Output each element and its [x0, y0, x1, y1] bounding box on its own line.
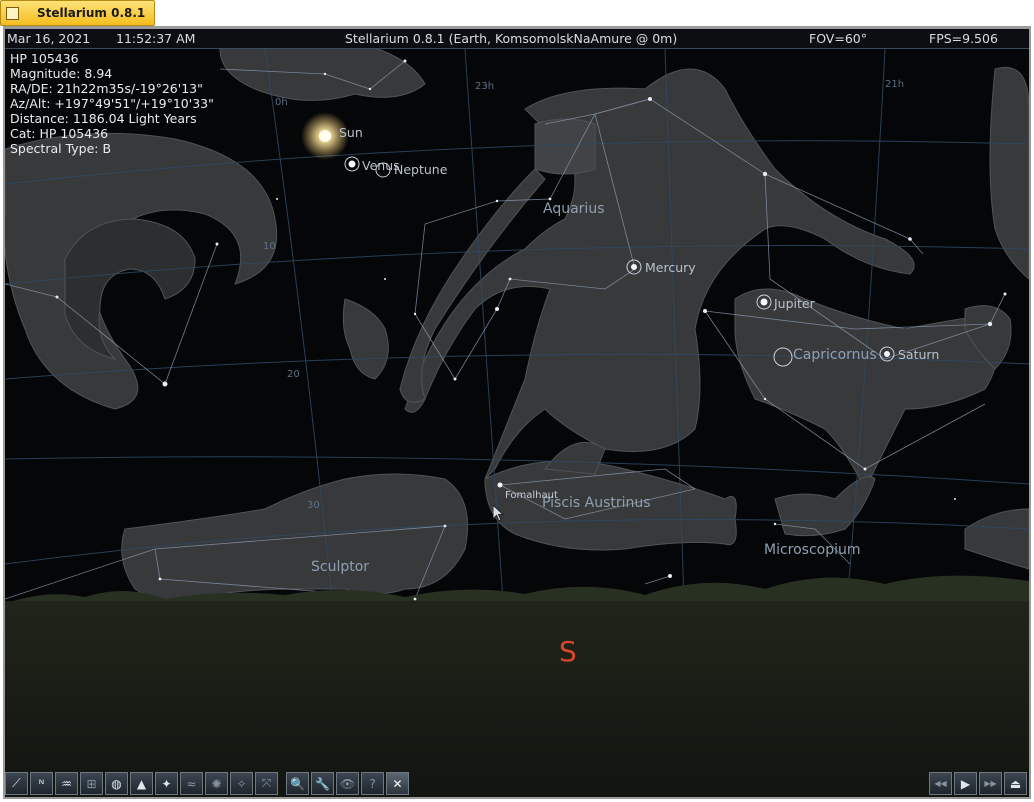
eye-icon: 👁: [339, 776, 356, 791]
night-mode-button[interactable]: 👁: [336, 772, 359, 795]
cardinal-south: S: [559, 635, 577, 668]
constellation-names-button[interactable]: ᴺ: [30, 772, 53, 795]
window-tab[interactable]: Stellarium 0.8.1: [0, 0, 155, 26]
constellation-label-microscopium: Microscopium: [764, 542, 861, 558]
telescope-view-icon: ⤧: [261, 776, 272, 790]
fov-display: FOV=60°: [809, 31, 867, 46]
cardinal-points-icon: ✦: [161, 776, 172, 791]
planet-hints-button[interactable]: ✧: [230, 772, 253, 795]
top-status-bar: Mar 16, 2021 11:52:37 AM Stellarium 0.8.…: [5, 29, 1029, 49]
constellation-lines-button[interactable]: ⟋: [5, 772, 28, 795]
azimuthal-grid-button[interactable]: ⊞: [80, 772, 103, 795]
cardinal-points-button[interactable]: ✦: [155, 772, 178, 795]
constellation-label-piscis-austrinus: Piscis Austrinus: [542, 495, 651, 511]
constellation-label-sculptor: Sculptor: [311, 559, 370, 575]
info-line: Distance: 1186.04 Light Years: [10, 111, 197, 126]
constellation-lines-icon: ⟋: [12, 776, 21, 790]
search-button[interactable]: 🔍: [286, 772, 309, 795]
info-line: Cat: HP 105436: [10, 126, 109, 141]
constellation-art-icon: ♒: [61, 776, 72, 791]
grid-label-21h: 21h: [885, 79, 905, 90]
date-display: Mar 16, 2021: [7, 31, 91, 46]
planet-label-saturn[interactable]: Saturn: [898, 347, 939, 362]
cetus-inner-art: [64, 218, 196, 360]
main-toolbar: ⟋ ᴺ ♒ ⊞ ◍ ▲ ✦ ≈ ✺ ✧ ⤧ 🔍 🔧 👁 ? ✕: [5, 772, 411, 797]
window-icon: [6, 6, 19, 20]
decrease-time-speed-button[interactable]: ◀◀: [929, 772, 952, 795]
nebulae-button[interactable]: ✺: [205, 772, 228, 795]
constellation-art-button[interactable]: ♒: [55, 772, 78, 795]
object-info-panel: HP 105436 Magnitude: 8.94 RA/DE: 21h22m3…: [10, 51, 214, 156]
grid-label-0h: 0h: [275, 97, 288, 108]
ground-button[interactable]: ▲: [130, 772, 153, 795]
equatorial-grid-icon: ◍: [111, 776, 122, 791]
search-icon: 🔍: [290, 776, 305, 791]
equatorial-grid-button[interactable]: ◍: [105, 772, 128, 795]
planet-label-neptune[interactable]: Neptune: [394, 162, 447, 177]
nebulae-icon: ✺: [211, 776, 222, 791]
planet-label-mercury[interactable]: Mercury: [645, 260, 696, 275]
increase-time-speed-button[interactable]: ▶▶: [979, 772, 1002, 795]
grid-label-23h: 23h: [475, 81, 495, 92]
sky-viewport[interactable]: 0h 23h 21h 10 20 30 Aquarius Capricornus…: [5, 29, 1029, 797]
quit-button[interactable]: ✕: [386, 772, 409, 795]
info-line: HP 105436: [10, 51, 79, 66]
help-icon: ?: [369, 776, 376, 791]
splash-art: [342, 298, 389, 380]
constellation-names-icon: ᴺ: [38, 776, 45, 791]
configuration-button[interactable]: 🔧: [311, 772, 334, 795]
planet-label-sun[interactable]: Sun: [339, 125, 363, 140]
time-display: 11:52:37 AM: [116, 31, 196, 46]
aquarius-urn-art: [534, 118, 596, 175]
fish-fin-art: [544, 441, 606, 475]
azimuthal-grid-icon: ⊞: [86, 776, 97, 791]
ground: [5, 601, 1029, 797]
window-title: Stellarium 0.8.1: [37, 6, 146, 20]
telescope-view-button[interactable]: ⤧: [255, 772, 278, 795]
microscopium-art: [774, 476, 876, 537]
east-low-art: [964, 508, 1029, 570]
info-line: Magnitude: 8.94: [10, 66, 113, 81]
return-to-now-button[interactable]: ⏏: [1004, 772, 1027, 795]
eject-icon: ⏏: [1009, 776, 1022, 791]
sun-disk: [319, 130, 331, 142]
grid-label-30: 30: [307, 500, 320, 511]
grid-label-10: 10: [263, 241, 276, 252]
close-icon: ✕: [392, 776, 403, 791]
rewind-icon: ◀◀: [934, 779, 947, 788]
help-button[interactable]: ?: [361, 772, 384, 795]
wrench-icon: 🔧: [315, 776, 330, 791]
constellation-label-capricornus: Capricornus: [793, 347, 877, 363]
planet-label-jupiter[interactable]: Jupiter: [774, 296, 815, 311]
constellation-label-aquarius: Aquarius: [543, 201, 605, 217]
fast-forward-icon: ▶▶: [984, 779, 997, 788]
location-title: Stellarium 0.8.1 (Earth, KomsomolskNaAmu…: [345, 31, 678, 46]
play-icon: ▶: [960, 776, 971, 791]
title-tab-bar: Stellarium 0.8.1: [0, 0, 1034, 26]
mouse-cursor-icon: [493, 505, 505, 522]
planet-hints-icon: ✧: [236, 776, 247, 791]
ground-icon: ▲: [136, 776, 147, 791]
time-control-toolbar: ◀◀ ▶ ▶▶ ⏏: [929, 772, 1029, 797]
fps-display: FPS=9.506: [929, 31, 998, 46]
atmosphere-icon: ≈: [186, 776, 197, 791]
star-label-fomalhaut[interactable]: Fomalhaut: [505, 490, 558, 501]
info-line: RA/DE: 21h22m35s/-19°26'13": [10, 81, 203, 96]
atmosphere-button[interactable]: ≈: [180, 772, 203, 795]
east-edge-art: [989, 67, 1029, 280]
info-line: Spectral Type: B: [10, 141, 112, 156]
real-time-speed-button[interactable]: ▶: [954, 772, 977, 795]
info-line: Az/Alt: +197°49'51"/+19°10'33": [10, 96, 214, 111]
grid-label-20: 20: [287, 369, 300, 380]
